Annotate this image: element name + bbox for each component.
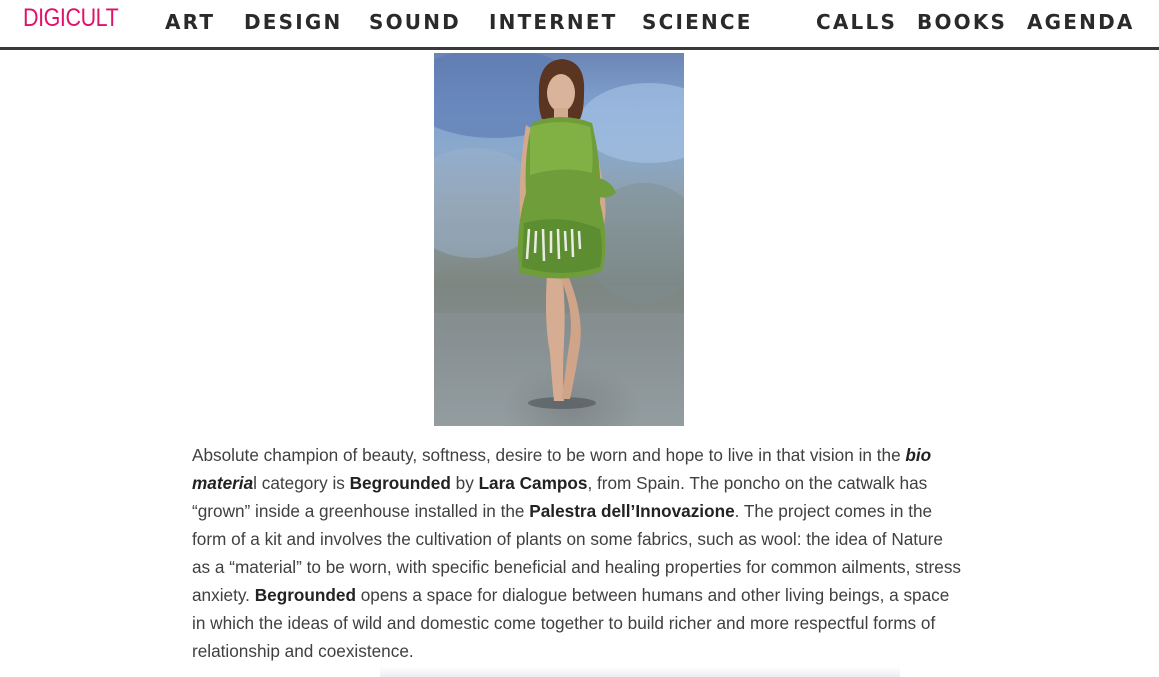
article-paragraph: Absolute champion of beauty, softness, d… [192, 445, 962, 661]
nav-item-art[interactable]: ART [165, 10, 215, 34]
nav-item-internet[interactable]: INTERNET [489, 10, 618, 34]
venue-name: Palestra dell’Innovazione [529, 501, 735, 521]
catwalk-model-illustration [434, 53, 684, 426]
nav-item-design[interactable]: DESIGN [244, 10, 342, 34]
nav-item-books[interactable]: BOOKS [917, 10, 1007, 34]
top-navigation-bar: DIGICULT ART DESIGN SOUND INTERNET SCIEN… [0, 0, 1159, 50]
nav-item-science[interactable]: SCIENCE [642, 10, 753, 34]
article-hero-image[interactable] [434, 53, 684, 426]
nav-item-calls[interactable]: CALLS [816, 10, 897, 34]
nav-item-sound[interactable]: SOUND [369, 10, 461, 34]
nav-item-agenda[interactable]: AGENDA [1027, 10, 1135, 34]
project-name: Begrounded [349, 473, 451, 493]
designer-name: Lara Campos [478, 473, 588, 493]
article-body: Absolute champion of beauty, softness, d… [192, 441, 962, 665]
next-image-edge [380, 667, 900, 677]
site-logo[interactable]: DIGICULT [23, 4, 119, 33]
project-name-2: Begrounded [254, 585, 356, 605]
